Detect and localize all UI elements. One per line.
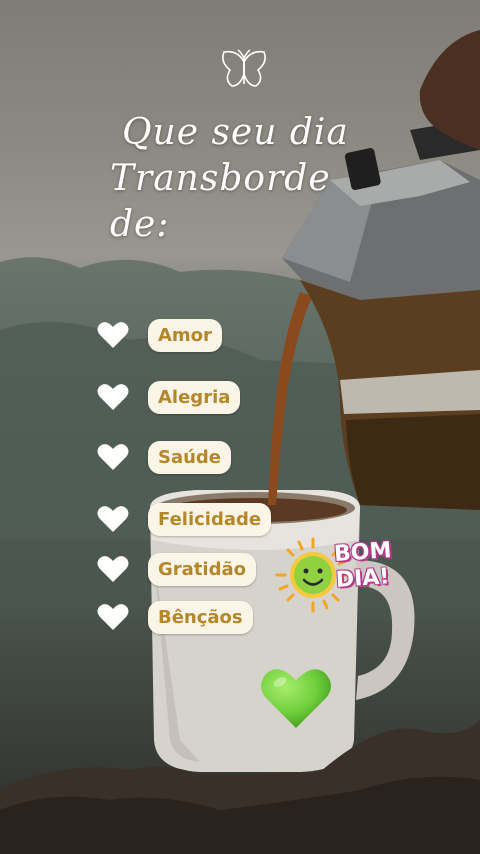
list-item: Saúde (96, 438, 232, 476)
list-item: Gratidão (96, 550, 256, 588)
list-item: Alegria (96, 378, 241, 416)
heart-icon (97, 604, 129, 630)
wish-label: Bênçãos (148, 600, 253, 634)
heart-icon (97, 506, 129, 532)
list-item: Bênçãos (96, 598, 253, 636)
green-heart-icon (261, 669, 331, 728)
wish-label: Gratidão (148, 552, 256, 586)
scene: Que seu dia Transborde de: Amor Alegria … (0, 0, 480, 854)
list-item: Amor (96, 316, 222, 354)
bom-dia-line-2: DIA! (335, 564, 391, 593)
heart-icon (97, 444, 129, 470)
heart-icon (97, 322, 129, 348)
wish-label: Felicidade (148, 502, 272, 536)
list-item: Felicidade (96, 500, 272, 538)
heart-icon (97, 556, 129, 582)
title-line-2: Transborde de: (110, 158, 331, 245)
wish-label: Amor (148, 318, 222, 352)
page-title: Que seu dia Transborde de: (110, 110, 380, 248)
butterfly-icon (222, 49, 266, 87)
title-line-1: Que seu dia (122, 112, 349, 153)
heart-icon (97, 384, 129, 410)
bom-dia-sticker: BOM DIA! (333, 538, 394, 594)
wish-label: Saúde (148, 440, 232, 474)
bom-dia-line-1: BOM (333, 538, 393, 568)
wish-label: Alegria (148, 380, 241, 414)
